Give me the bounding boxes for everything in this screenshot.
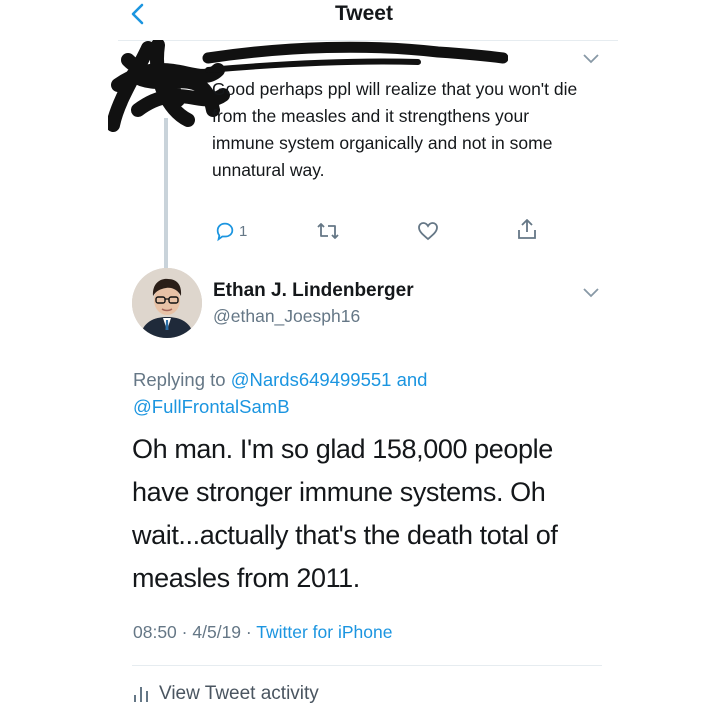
view-tweet-activity-label: View Tweet activity [159, 683, 319, 704]
tweet-meta: 08:50 · 4/5/19 · Twitter for iPhone [133, 622, 392, 643]
reply-button[interactable]: 1 [214, 218, 247, 244]
avatar[interactable] [132, 268, 202, 338]
like-button[interactable] [416, 218, 440, 244]
author-name[interactable]: Ethan J. Lindenberger [213, 280, 414, 302]
parent-tweet-text: Good perhaps ppl will realize that you w… [212, 79, 578, 180]
replying-to-user2-link[interactable]: @FullFrontalSamB [133, 396, 290, 417]
replying-to-and: and [396, 369, 428, 390]
meta-separator: · [181, 622, 188, 642]
thread-line [164, 118, 168, 268]
author-handle[interactable]: @ethan_Joesph16 [213, 306, 360, 327]
activity-bars-icon [134, 687, 148, 702]
replying-to-label: Replying to [133, 369, 226, 390]
parent-tweet-menu-chevron-icon[interactable] [582, 52, 600, 64]
reply-icon [216, 222, 234, 242]
view-tweet-activity-button[interactable]: View Tweet activity [133, 683, 319, 705]
tweet-date: 4/5/19 [192, 622, 242, 642]
heart-icon [418, 222, 438, 241]
tweet-time: 08:50 [133, 622, 177, 642]
tweet-source-link[interactable]: Twitter for iPhone [256, 622, 392, 642]
share-icon [518, 219, 536, 239]
tweet-text: Oh man. I'm so glad 158,000 people have … [132, 434, 558, 593]
divider [132, 665, 602, 666]
retweet-button[interactable] [316, 218, 340, 244]
replying-to-user1-link[interactable]: @Nards649499551 [231, 369, 392, 390]
replying-to: Replying to @Nards649499551 and @FullFro… [133, 366, 553, 420]
page-title: Tweet [335, 2, 393, 25]
reply-count: 1 [239, 222, 248, 240]
tweet-menu-chevron-icon[interactable] [582, 286, 600, 298]
share-button[interactable] [516, 216, 538, 242]
retweet-icon [317, 223, 339, 239]
meta-separator: · [245, 622, 252, 642]
